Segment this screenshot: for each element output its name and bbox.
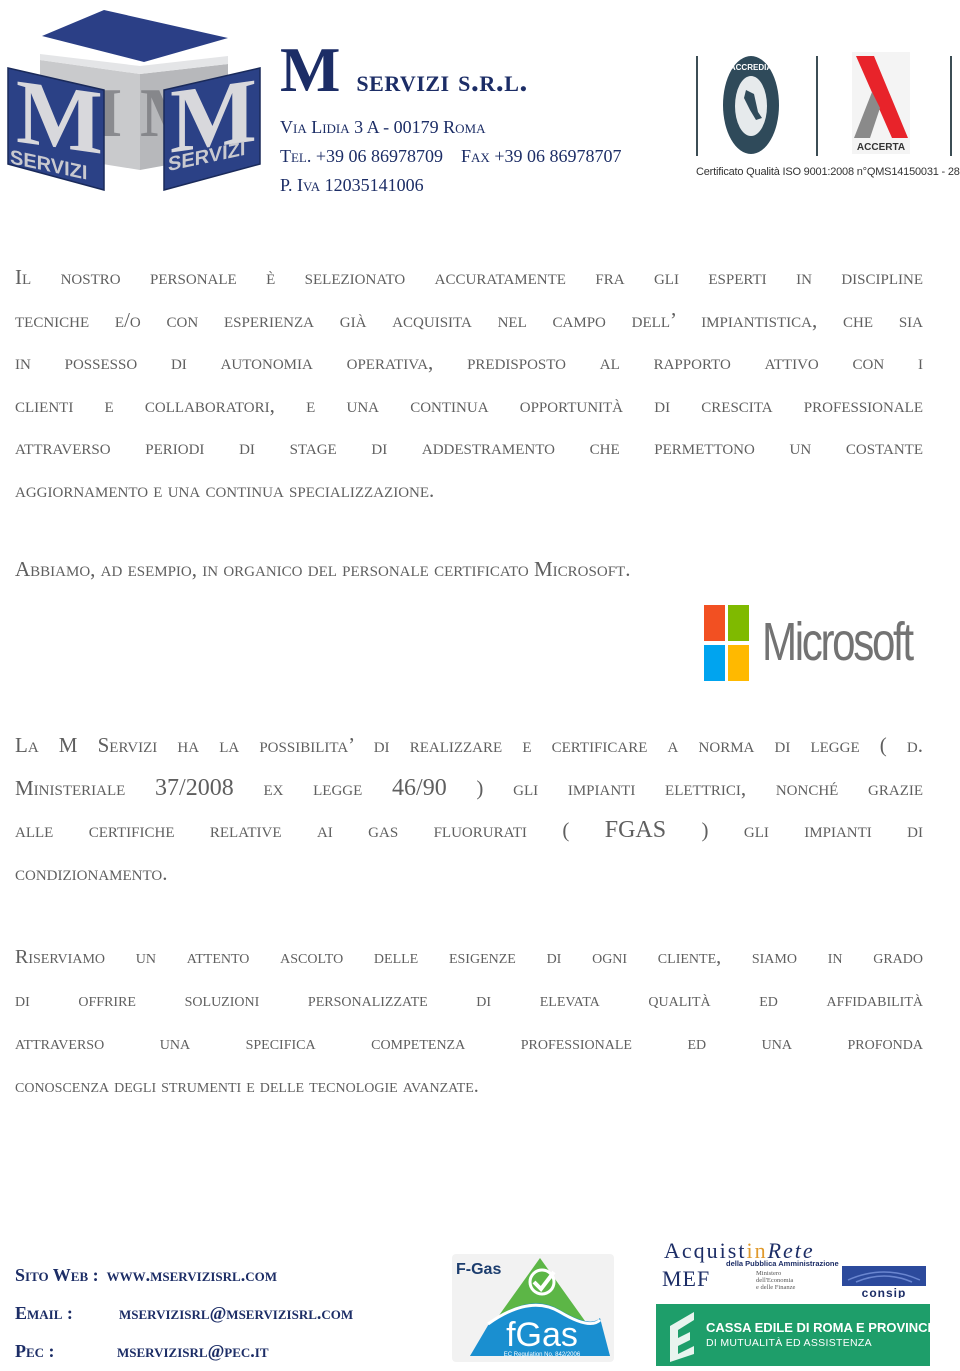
paragraph-customer-care: Riserviamo un attento ascolto delle esig…	[15, 936, 923, 1108]
divider	[950, 56, 952, 156]
fgas-logo: F-Gas fGas EC Regulation No. 842/2006	[450, 1252, 616, 1364]
text-line: Riserviamo un attento ascolto delle esig…	[15, 946, 923, 968]
paragraph-staff: Il nostro personale è selezionato accura…	[15, 256, 923, 512]
text-line: La M Servizi ha la possibilita’ di reali…	[15, 733, 923, 757]
email-label: Email :	[15, 1303, 73, 1323]
fgas-term: FGAS	[604, 817, 667, 843]
partner-logos: AcquistinRete della Pubblica Amministraz…	[656, 1236, 941, 1366]
company-tel: Tel. +39 06 86978709	[280, 146, 444, 166]
accerta-label: ACCERTA	[857, 142, 905, 153]
paragraph-microsoft: Abbiamo, ad esempio, in organico del per…	[15, 553, 923, 585]
ms-square-blue	[704, 645, 725, 681]
text-fragment: ) gli impianti elettrici, nonché grazie	[476, 775, 924, 800]
contact-info: Sito Web : www.mservizisrl.com Email : m…	[15, 1256, 353, 1370]
microsoft-logo: Microsoft	[704, 605, 918, 683]
text-line: clienti e collaboratori, e una continua …	[15, 392, 923, 417]
company-header: M servizi s.r.l. Via Lidia 3 A - 00179 R…	[280, 38, 621, 199]
ms-square-yellow	[728, 645, 749, 681]
cassa-edile-title: CASSA EDILE DI ROMA E PROVINCIA	[706, 1320, 941, 1335]
accredia-logo: ACCREDIA	[722, 54, 780, 156]
text-line: condizionamento.	[15, 860, 168, 885]
company-phone-fax: Tel. +39 06 86978709 Fax +39 06 86978707	[280, 143, 621, 170]
text-line: di offrire soluzioni personalizzate di e…	[15, 989, 923, 1011]
fgas-logo-text: fGas	[506, 1316, 578, 1354]
microsoft-windows-icon	[704, 605, 750, 681]
microsoft-wordmark: Microsoft	[762, 612, 914, 672]
divider	[696, 56, 698, 156]
email-link[interactable]: mservizisrl@mservizisrl.com	[119, 1294, 353, 1332]
text-line: tecniche e/o con esperienza già acquisit…	[15, 307, 923, 332]
ms-square-green	[728, 605, 749, 641]
fgas-title: F-Gas	[456, 1261, 501, 1278]
website-label: Sito Web :	[15, 1265, 99, 1285]
text-fragment: alle certifiche relative ai gas fluorura…	[15, 818, 570, 842]
mef-subtitle: Ministero dell'Economia e delle Finanze	[756, 1270, 795, 1291]
text-fragment: ex legge	[263, 775, 363, 800]
pec-link[interactable]: mservizisrl@pec.it	[117, 1332, 269, 1370]
text-line: aggiornamento e una continua specializza…	[15, 477, 435, 502]
cassa-edile-icon	[670, 1312, 694, 1362]
ms-square-red	[704, 605, 725, 641]
company-name: M servizi s.r.l.	[280, 38, 621, 112]
accerta-logo: ACCERTA	[852, 52, 910, 154]
decree-number: 37/2008	[155, 774, 234, 801]
certifications-block: ACCREDIA ACCERTA Certificato Qualità ISO…	[692, 48, 960, 188]
website-link[interactable]: www.mservizisrl.com	[107, 1256, 277, 1294]
text-fragment: Ministeriale	[15, 775, 126, 800]
iso-certificate-caption: Certificato Qualità ISO 9001:2008 n°QMS1…	[696, 166, 960, 178]
text-line: Ministeriale 37/2008 ex legge 46/90 ) gl…	[15, 767, 923, 810]
cassa-edile-logo: CASSA EDILE DI ROMA E PROVINCIA DI MUTUA…	[656, 1304, 941, 1366]
text-line: attraverso periodi di stage di addestram…	[15, 435, 923, 460]
paragraph-certifications: La M Servizi ha la possibilita’ di reali…	[15, 724, 923, 894]
contact-website: Sito Web : www.mservizisrl.com	[15, 1256, 353, 1294]
company-initial: M	[280, 34, 341, 105]
company-vat: P. Iva 12035141006	[280, 175, 424, 195]
text-line: in possesso di autonomia operativa, pred…	[15, 350, 923, 375]
company-logo: M M M SERVIZI M SERVIZI	[4, 4, 262, 196]
contact-pec: Pec : mservizisrl@pec.it	[15, 1332, 353, 1370]
acquisti-subtitle: della Pubblica Amministrazione	[726, 1259, 839, 1268]
law-number: 46/90	[392, 774, 447, 801]
consip-logo: consip	[842, 1266, 926, 1300]
fgas-regulation: EC Regulation No. 842/2006	[504, 1352, 581, 1358]
consip-label: consip	[862, 1286, 907, 1298]
text-line: alle certifiche relative ai gas fluorura…	[15, 809, 923, 852]
company-name-rest: servizi s.r.l.	[356, 62, 528, 98]
company-address: Via Lidia 3 A - 00179 Roma	[280, 117, 486, 137]
text-line: attraverso una specifica competenza prof…	[15, 1032, 923, 1054]
divider	[816, 56, 818, 156]
cassa-edile-subtitle: DI MUTUALITÀ ED ASSISTENZA	[706, 1337, 872, 1349]
text-line: conoscenza degli strumenti e delle tecno…	[15, 1075, 479, 1097]
text-line: Abbiamo, ad esempio, in organico del per…	[15, 557, 631, 581]
mef-line: e delle Finanze	[756, 1284, 796, 1291]
text-fragment: ) gli impianti di	[701, 818, 923, 842]
accredia-label: ACCREDIA	[730, 63, 772, 72]
mef-logo: MEF	[662, 1266, 711, 1291]
pec-label: Pec :	[15, 1341, 55, 1361]
mef-line: dell'Economia	[756, 1277, 794, 1284]
contact-email: Email : mservizisrl@mservizisrl.com	[15, 1294, 353, 1332]
text-line: Il nostro personale è selezionato accura…	[15, 265, 923, 289]
mef-line: Ministero	[756, 1270, 782, 1277]
company-fax: Fax +39 06 86978707	[461, 146, 622, 166]
